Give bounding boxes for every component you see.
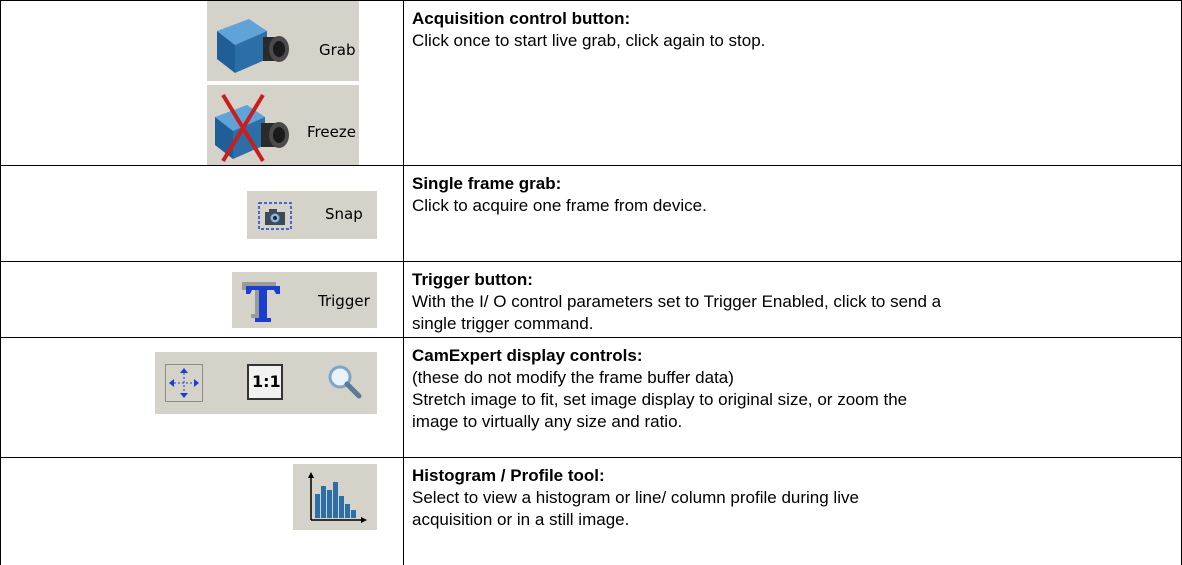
row-text: Click once to start live grab, click aga… [412, 31, 766, 50]
description-cell: Acquisition control button: Click once t… [404, 1, 1181, 165]
row-text: Click to acquire one frame from device. [412, 196, 707, 215]
icon-cell: 1:1 [1, 338, 404, 457]
row-title: Acquisition control button: [412, 9, 631, 28]
description-cell: Trigger button: With the I/ O control pa… [404, 262, 1181, 337]
freeze-label: Freeze [307, 123, 356, 141]
row-title: Histogram / Profile tool: [412, 466, 605, 485]
table-row-acquisition: Grab Freeze Acquisition control button: … [1, 1, 1181, 166]
camera-disabled-icon [215, 93, 289, 163]
row-text: Select to view a histogram or line/ colu… [412, 488, 859, 507]
row-text: With the I/ O control parameters set to … [412, 292, 942, 311]
trigger-button[interactable]: Trigger [232, 272, 377, 328]
camera-icon [217, 19, 289, 73]
row-title: CamExpert display controls: [412, 346, 643, 365]
histogram-icon [308, 472, 367, 523]
description-cell: Single frame grab: Click to acquire one … [404, 166, 1181, 261]
original-size-button[interactable]: 1:1 [247, 364, 283, 400]
table-row-snap: Snap Single frame grab: Click to acquire… [1, 166, 1181, 262]
trigger-label: Trigger [318, 292, 370, 310]
snap-button[interactable]: Snap [247, 191, 377, 239]
snap-label: Snap [325, 205, 363, 223]
row-text: image to virtually any size and ratio. [412, 412, 683, 431]
row-text: (these do not modify the frame buffer da… [412, 368, 734, 387]
icon-cell [1, 458, 404, 565]
table-row-display-controls: 1:1 CamExpert display controls: (these d… [1, 338, 1181, 458]
table-row-trigger: Trigger Trigger button: With the I/ O co… [1, 262, 1181, 338]
table-row-histogram: Histogram / Profile tool: Select to view… [1, 458, 1181, 565]
description-cell: Histogram / Profile tool: Select to view… [404, 458, 1181, 565]
grab-button[interactable]: Grab [207, 1, 359, 81]
grab-label: Grab [319, 41, 356, 59]
icon-cell: Trigger [1, 262, 404, 337]
freeze-button[interactable]: Freeze [207, 85, 359, 165]
row-title: Trigger button: [412, 270, 533, 289]
magnifier-icon[interactable] [325, 362, 365, 402]
controls-table: Grab Freeze Acquisition control button: … [0, 0, 1182, 565]
icon-cell: Grab Freeze [1, 1, 404, 165]
stretch-fit-button[interactable] [165, 364, 203, 402]
trigger-t-icon [242, 282, 280, 322]
row-text: acquisition or in a still image. [412, 510, 630, 529]
histogram-button[interactable] [293, 464, 377, 530]
description-cell: CamExpert display controls: (these do no… [404, 338, 1181, 457]
row-text: single trigger command. [412, 314, 594, 333]
display-controls-strip: 1:1 [155, 352, 377, 414]
row-text: Stretch image to fit, set image display … [412, 390, 908, 409]
icon-cell: Snap [1, 166, 404, 261]
stretch-fit-icon [169, 368, 199, 398]
snap-camera-icon [258, 202, 292, 230]
one-to-one-label: 1:1 [252, 372, 281, 391]
row-title: Single frame grab: [412, 174, 562, 193]
